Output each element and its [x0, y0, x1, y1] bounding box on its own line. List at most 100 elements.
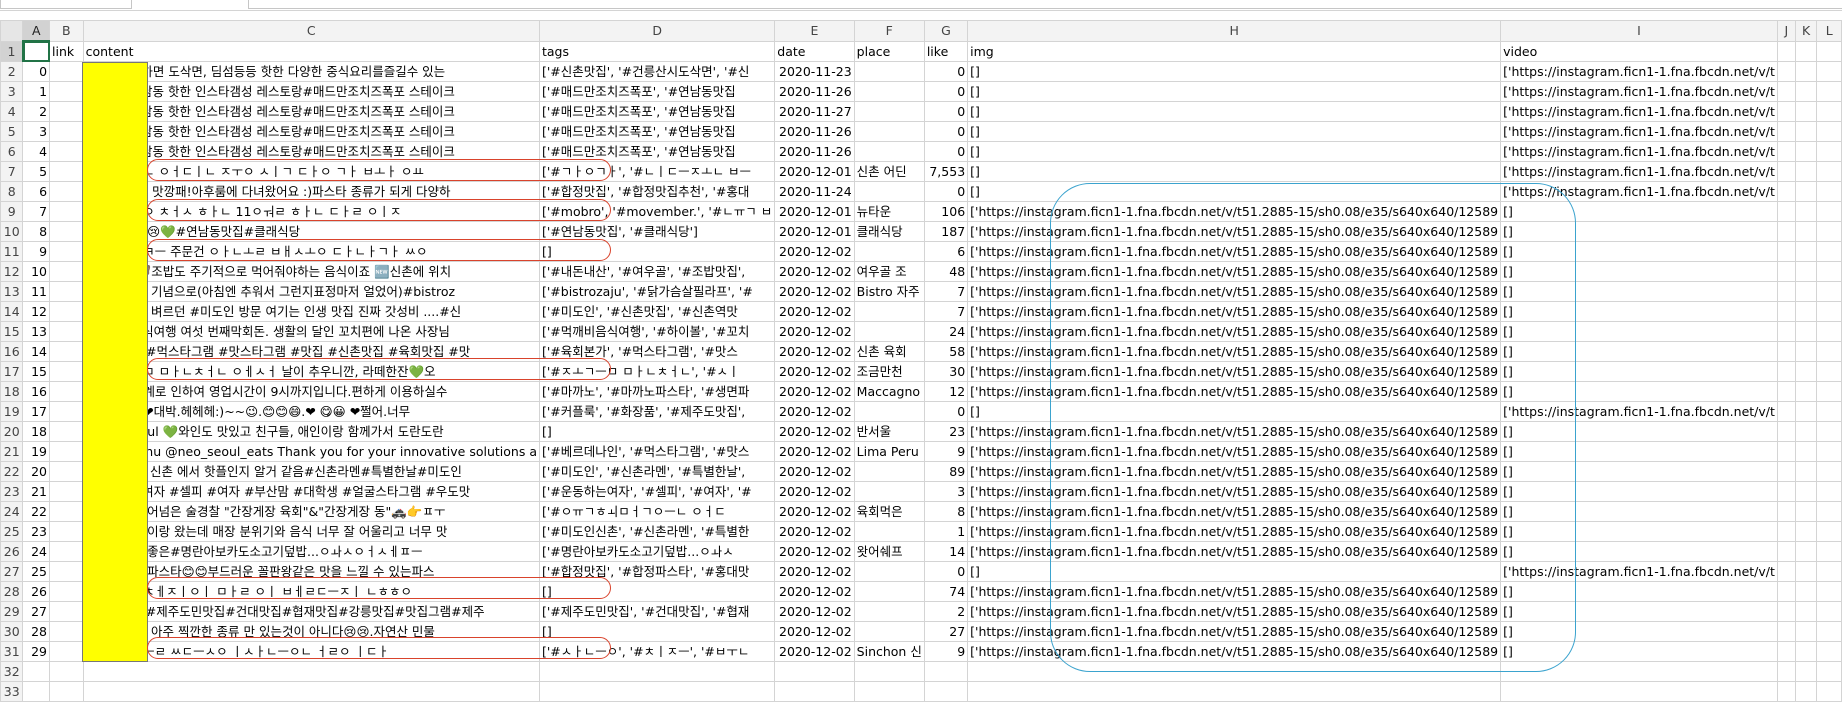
row-header[interactable]: 11 — [0, 241, 24, 262]
cell-empty[interactable] — [1776, 441, 1796, 462]
column-header-A[interactable]: A — [22, 20, 51, 42]
row-header[interactable]: 2 — [0, 61, 24, 82]
cell-img[interactable]: [] — [967, 81, 1502, 102]
cell-empty[interactable] — [1776, 321, 1796, 342]
row-header[interactable]: 28 — [0, 581, 24, 602]
cell-empty[interactable] — [1816, 641, 1842, 662]
cell-date[interactable]: 2020-12-02 — [774, 521, 855, 542]
cell-tags[interactable]: ['#미도인신촌', '#신촌라멘', '#특별한 — [538, 521, 776, 542]
cell-link[interactable] — [49, 301, 84, 322]
cell-empty[interactable] — [1794, 141, 1818, 162]
cell-link[interactable] — [49, 461, 84, 482]
cell-empty[interactable] — [1776, 461, 1796, 482]
cell-like[interactable]: 7 — [923, 281, 969, 302]
cell-empty[interactable] — [1816, 681, 1842, 702]
cell-empty[interactable] — [1776, 161, 1796, 182]
cell-img[interactable]: [] — [967, 121, 1502, 142]
cell-empty[interactable] — [1816, 201, 1842, 222]
cell-date[interactable]: 2020-12-02 — [774, 481, 855, 502]
cell-empty[interactable] — [1816, 401, 1842, 422]
cell-empty[interactable] — [1794, 481, 1818, 502]
cell-empty[interactable] — [1794, 81, 1818, 102]
cell-date[interactable]: 2020-11-27 — [774, 101, 855, 122]
cell-empty[interactable] — [1816, 61, 1842, 82]
cell-tags[interactable]: ['#먹깨비음식여행', '#하이볼', '#꼬치 — [538, 321, 776, 342]
cell-date[interactable]: 2020-12-01 — [774, 161, 855, 182]
cell-place[interactable]: 신촌 육회 — [853, 341, 925, 362]
cell-date[interactable]: 2020-11-24 — [774, 181, 855, 202]
cell-index[interactable]: 29 — [22, 641, 51, 662]
cell-link[interactable] — [49, 381, 84, 402]
cell-like[interactable]: 23 — [923, 421, 969, 442]
cell-like[interactable]: 187 — [923, 221, 969, 242]
cell-link[interactable] — [49, 541, 84, 562]
cell-like[interactable] — [923, 681, 969, 702]
cell-content[interactable]: 코로나 2단계로 인하여 영업시간이 9시까지입니다.편하게 이용하실수 — [82, 381, 540, 402]
cell-content[interactable]: <광고>연남동 핫한 인스타갬성 레스토랑#매드만조치즈폭포 스테이크 — [82, 121, 540, 142]
cell-index[interactable]: 2 — [22, 101, 51, 122]
cell-link[interactable] — [49, 201, 84, 222]
cell-place[interactable]: 클래식당 — [853, 221, 925, 242]
cell-img-header[interactable]: img — [967, 40, 1502, 62]
formula-input[interactable] — [248, 0, 1842, 9]
cell-empty[interactable] — [1816, 381, 1842, 402]
row-header[interactable]: 4 — [0, 101, 24, 122]
cell-place[interactable]: 조금만천 — [853, 361, 925, 382]
column-header-J[interactable]: J — [1776, 20, 1796, 42]
cell-empty[interactable] — [1816, 221, 1842, 242]
row-header[interactable]: 1 — [0, 40, 24, 62]
cell-like[interactable]: 3 — [923, 481, 969, 502]
cell-date[interactable]: 2020-12-02 — [774, 541, 855, 562]
cell-link[interactable] — [49, 581, 84, 602]
cell-place[interactable]: Sinchon 신 — [853, 641, 925, 662]
row-header[interactable]: 12 — [0, 261, 24, 282]
row-header[interactable]: 22 — [0, 461, 24, 482]
cell-index[interactable]: 22 — [22, 501, 51, 522]
cell-content[interactable]: #먹깨비음식여행 여섯 번째막회돈. 생활의 달인 꼬치편에 나온 사장님 — [82, 321, 540, 342]
cell-video-header[interactable]: video — [1500, 40, 1778, 62]
cell-content[interactable]: (광고)중식하면 도삭면, 딤섬등등 핫한 다양한 중식요리를즐길수 있는 — [82, 61, 540, 82]
row-header[interactable]: 17 — [0, 361, 24, 382]
cell-content[interactable] — [82, 681, 540, 702]
cell-index[interactable]: 26 — [22, 581, 51, 602]
cell-empty[interactable] — [1776, 621, 1796, 642]
column-header-I[interactable]: I — [1500, 20, 1778, 42]
cell-empty[interactable] — [1816, 301, 1842, 322]
cell-empty[interactable] — [1776, 281, 1796, 302]
cell-date[interactable]: 2020-11-26 — [774, 121, 855, 142]
cell-empty[interactable] — [1794, 61, 1818, 82]
cell-index[interactable]: 23 — [22, 521, 51, 542]
cell-content[interactable]: 그간 벼르고 벼르던 #미도인 방문 여기는 인생 맛집 진짜 갓성비 ....… — [82, 301, 540, 322]
cell-empty[interactable] — [1776, 261, 1796, 282]
cell-content[interactable]: #미도인 왜 신촌 에서 핫플인지 알거 같음#신촌라멘#특별한날#미도인 — [82, 461, 540, 482]
row-header[interactable]: 33 — [0, 681, 24, 702]
cell-place[interactable] — [853, 301, 925, 322]
cell-tags[interactable]: ['#마까노', '#마까노파스타', '#생면파 — [538, 381, 776, 402]
cell-empty[interactable] — [1816, 621, 1842, 642]
cell-like[interactable]: 8 — [923, 501, 969, 522]
cell-index[interactable]: 21 — [22, 481, 51, 502]
cell-tags[interactable]: ['#내돈내산', '#여우골', '#조밥맛집', — [538, 261, 776, 282]
cell-place[interactable] — [853, 621, 925, 642]
cell-link[interactable] — [49, 341, 84, 362]
cell-empty[interactable] — [1794, 321, 1818, 342]
cell-index[interactable]: 18 — [22, 421, 51, 442]
cell-like[interactable] — [923, 661, 969, 682]
cell-empty[interactable] — [1776, 381, 1796, 402]
cell-link[interactable] — [49, 601, 84, 622]
cell-empty[interactable] — [1776, 421, 1796, 442]
cell-date[interactable]: 2020-12-01 — [774, 221, 855, 242]
cell-content[interactable] — [82, 661, 540, 682]
row-header[interactable]: 25 — [0, 521, 24, 542]
cell-place[interactable] — [853, 401, 925, 422]
cell-empty[interactable] — [1794, 401, 1818, 422]
cell-empty[interactable] — [1816, 141, 1842, 162]
cell-content[interactable]: 진짜 밸런스좋은#명란아보카도소고기덮밥...ㅇㅘㅅㅇㅓㅅㅔㅍㅡ — [82, 541, 540, 562]
cell-index[interactable]: 9 — [22, 241, 51, 262]
cell-empty[interactable] — [1776, 241, 1796, 262]
cell-tags[interactable]: ['#매드만조치즈폭포', '#연남동맛집 — [538, 101, 776, 122]
select-all-corner[interactable] — [0, 20, 24, 42]
column-header-E[interactable]: E — [774, 20, 855, 42]
cell-index[interactable]: 10 — [22, 261, 51, 282]
cell-link[interactable] — [49, 241, 84, 262]
